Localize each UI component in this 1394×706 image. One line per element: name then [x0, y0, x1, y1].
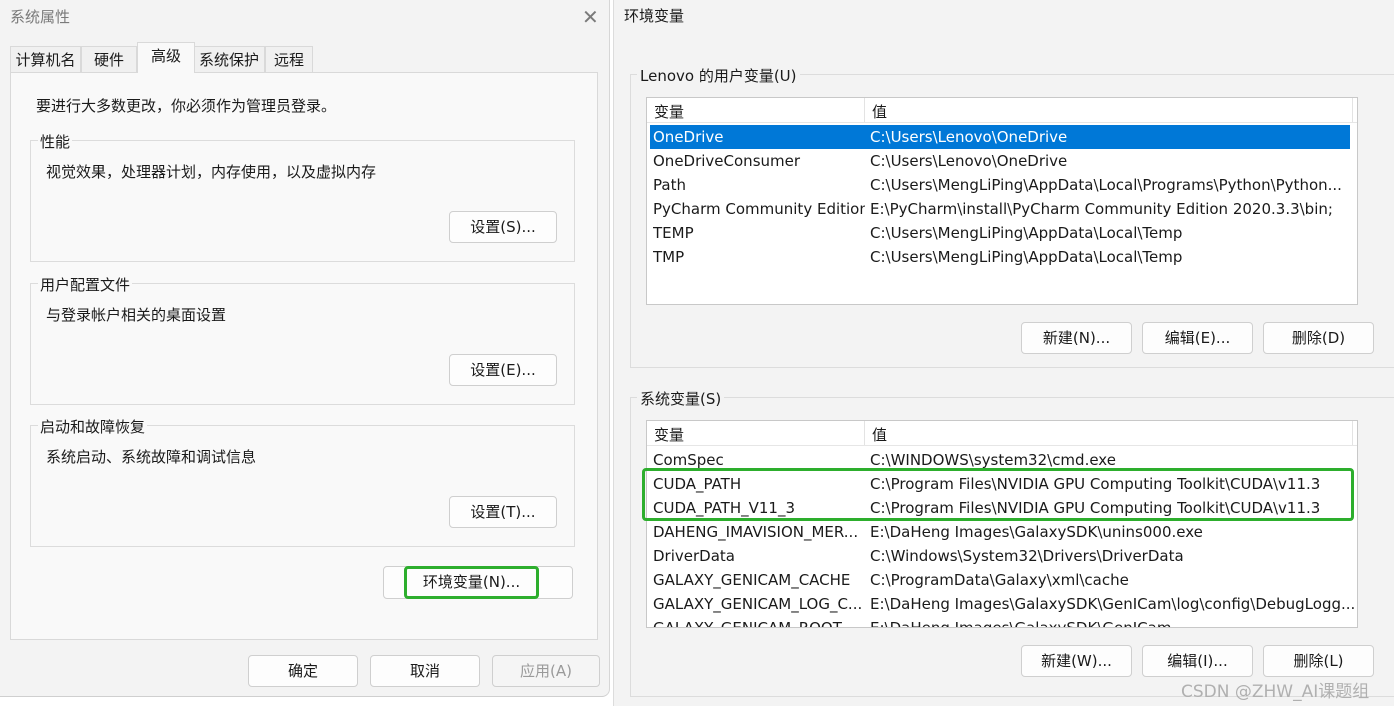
startup-recovery-settings-button[interactable]: 设置(T)... [449, 496, 557, 528]
environment-variables-dialog: 环境变量 Lenovo 的用户变量(U) 变量 值 OneDrive C:\Us… [613, 0, 1394, 706]
system-delete-button[interactable]: 删除(L) [1263, 645, 1374, 677]
tab-strip: 计算机名 硬件 高级 系统保护 远程 [10, 42, 598, 73]
variable-value: E:\PyCharm\install\PyCharm Community Edi… [870, 200, 1333, 218]
variable-value: E:\DaHeng Images\GalaxySDK\GenICam\log\c… [870, 595, 1356, 613]
variable-name: PyCharm Community Edition [653, 200, 865, 218]
window-title: 系统属性 [10, 8, 71, 26]
list-item[interactable]: TEMP C:\Users\MengLiPing\AppData\Local\T… [650, 221, 1350, 245]
list-item[interactable]: GALAXY_GENICAM_ROOT E:\DaHeng Images\Gal… [650, 616, 1350, 628]
list-item[interactable]: TMP C:\Users\MengLiPing\AppData\Local\Te… [650, 245, 1350, 269]
variable-name: OneDrive [653, 128, 724, 146]
column-value[interactable]: 值 [872, 101, 887, 122]
admin-note: 要进行大多数更改，你必须作为管理员登录。 [36, 97, 337, 115]
variable-value: E:\DaHeng Images\GalaxySDK\unins000.exe [870, 523, 1203, 541]
column-variable[interactable]: 变量 [654, 424, 684, 445]
column-value[interactable]: 值 [872, 424, 887, 445]
apply-button[interactable]: 应用(A) [492, 655, 600, 687]
ok-button[interactable]: 确定 [248, 655, 358, 687]
performance-group: 性能 视觉效果，处理器计划，内存使用，以及虚拟内存 设置(S)... [30, 131, 575, 262]
startup-recovery-group: 启动和故障恢复 系统启动、系统故障和调试信息 设置(T)... [30, 416, 575, 547]
user-edit-button[interactable]: 编辑(E)... [1142, 322, 1253, 354]
group-description: 系统启动、系统故障和调试信息 [46, 448, 257, 466]
variable-name: TEMP [653, 224, 694, 242]
cancel-button[interactable]: 取消 [370, 655, 480, 687]
user-profiles-settings-button[interactable]: 设置(E)... [449, 354, 557, 386]
system-variables-list[interactable]: 变量 值 ComSpec C:\WINDOWS\system32\cmd.exe… [646, 420, 1358, 628]
system-edit-button[interactable]: 编辑(I)... [1142, 645, 1253, 677]
variable-name: DAHENG_IMAVISION_MER... [653, 523, 859, 541]
group-title: 启动和故障恢复 [38, 416, 148, 437]
user-profiles-group: 用户配置文件 与登录帐户相关的桌面设置 设置(E)... [30, 274, 575, 405]
list-header: 变量 值 [647, 421, 1357, 446]
variable-name: DriverData [653, 547, 735, 565]
system-variables-group: 系统变量(S) 变量 值 ComSpec C:\WINDOWS\system32… [630, 388, 1394, 697]
list-header: 变量 值 [647, 98, 1357, 123]
group-description: 与登录帐户相关的桌面设置 [46, 306, 227, 324]
variable-name: TMP [653, 248, 685, 266]
variable-value: C:\Users\Lenovo\OneDrive [870, 152, 1068, 170]
environment-variables-button[interactable]: 环境变量(N)... [383, 566, 573, 599]
cuda-highlight-box [642, 468, 1354, 521]
tab-hardware[interactable]: 硬件 [81, 46, 137, 72]
user-variables-group: Lenovo 的用户变量(U) 变量 值 OneDrive C:\Users\L… [630, 65, 1394, 368]
user-delete-button[interactable]: 删除(D) [1263, 322, 1374, 354]
variable-value: E:\DaHeng Images\GalaxySDK\GenICam [870, 619, 1172, 628]
list-item[interactable]: DriverData C:\Windows\System32\Drivers\D… [650, 544, 1350, 568]
window-title: 环境变量 [624, 7, 685, 25]
list-item[interactable]: OneDrive C:\Users\Lenovo\OneDrive [650, 125, 1350, 149]
environment-variables-label: 环境变量(N)... [404, 566, 539, 599]
variable-value: C:\Users\MengLiPing\AppData\Local\Temp [870, 224, 1183, 242]
user-variables-list[interactable]: 变量 值 OneDrive C:\Users\Lenovo\OneDrive O… [646, 97, 1358, 305]
column-variable[interactable]: 变量 [654, 101, 684, 122]
variable-value: C:\Windows\System32\Drivers\DriverData [870, 547, 1184, 565]
list-item[interactable]: Path C:\Users\MengLiPing\AppData\Local\P… [650, 173, 1350, 197]
list-item[interactable]: PyCharm Community Edition E:\PyCharm\ins… [650, 197, 1350, 221]
variable-name: OneDriveConsumer [653, 152, 801, 170]
tab-advanced[interactable]: 高级 [137, 42, 195, 73]
tab-system-protection[interactable]: 系统保护 [193, 46, 265, 72]
variable-value: C:\Users\MengLiPing\AppData\Local\Temp [870, 248, 1183, 266]
list-item[interactable]: GALAXY_GENICAM_CACHE C:\ProgramData\Gala… [650, 568, 1350, 592]
variable-value: C:\Users\MengLiPing\AppData\Local\Progra… [870, 176, 1342, 194]
tab-remote[interactable]: 远程 [265, 46, 313, 72]
variable-value: C:\ProgramData\Galaxy\xml\cache [870, 571, 1129, 589]
variable-value: C:\Users\Lenovo\OneDrive [870, 128, 1068, 146]
close-icon[interactable]: ✕ [582, 7, 599, 27]
watermark: CSDN @ZHW_AI课题组 [1181, 682, 1370, 702]
group-title: 性能 [38, 131, 73, 152]
variable-name: GALAXY_GENICAM_LOG_C... [653, 595, 863, 613]
list-item[interactable]: GALAXY_GENICAM_LOG_C... E:\DaHeng Images… [650, 592, 1355, 616]
variable-name: GALAXY_GENICAM_ROOT [653, 619, 842, 628]
variable-name: GALAXY_GENICAM_CACHE [653, 571, 851, 589]
performance-settings-button[interactable]: 设置(S)... [449, 211, 557, 243]
tab-panel-advanced: 要进行大多数更改，你必须作为管理员登录。 性能 视觉效果，处理器计划，内存使用，… [10, 72, 598, 640]
list-item[interactable]: DAHENG_IMAVISION_MER... E:\DaHeng Images… [650, 520, 1350, 544]
group-title: Lenovo 的用户变量(U) [637, 65, 800, 86]
tab-computer-name[interactable]: 计算机名 [10, 46, 81, 72]
user-new-button[interactable]: 新建(N)... [1021, 322, 1132, 354]
variable-name: Path [653, 176, 686, 194]
group-title: 系统变量(S) [637, 388, 725, 409]
system-properties-dialog: 系统属性 ✕ 计算机名 硬件 高级 系统保护 远程 要进行大多数更改，你必须作为… [0, 0, 610, 697]
system-new-button[interactable]: 新建(W)... [1021, 645, 1132, 677]
group-description: 视觉效果，处理器计划，内存使用，以及虚拟内存 [46, 163, 377, 181]
list-item[interactable]: OneDriveConsumer C:\Users\Lenovo\OneDriv… [650, 149, 1350, 173]
group-title: 用户配置文件 [38, 274, 133, 295]
